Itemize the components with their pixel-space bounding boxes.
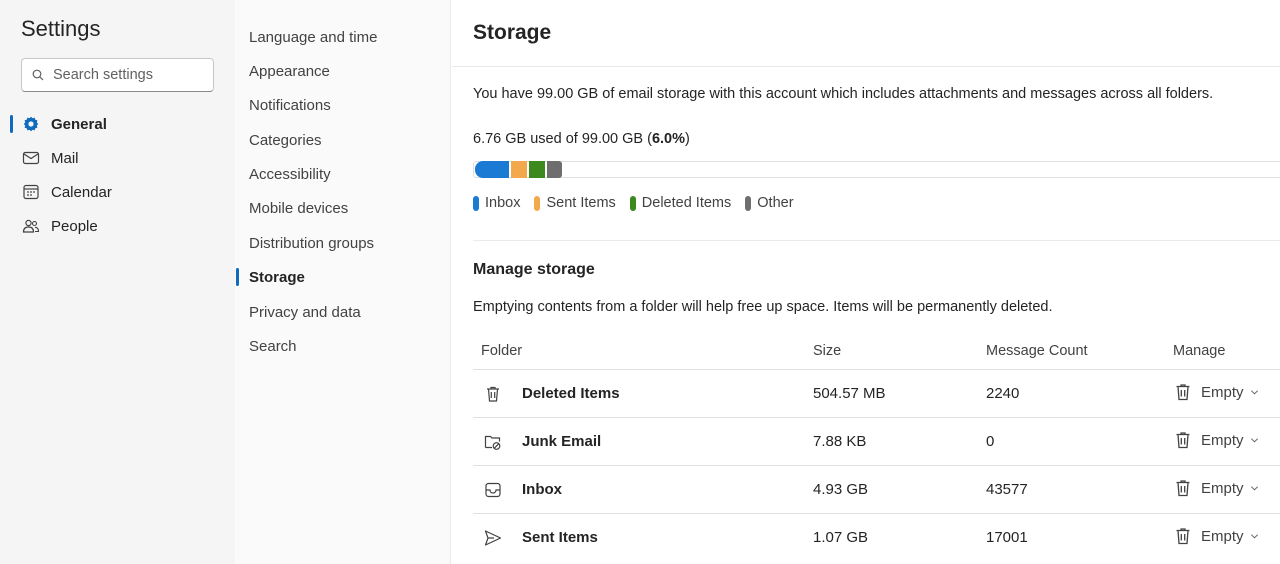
subnav-item-privacy-and-data[interactable]: Privacy and data bbox=[235, 297, 451, 327]
inbox-icon bbox=[485, 482, 501, 498]
chevron-down-icon bbox=[1250, 437, 1258, 443]
manage-storage-description: Emptying contents from a folder will hel… bbox=[473, 299, 1053, 315]
table-row: Inbox 4.93 GB 43577 Empty bbox=[473, 465, 1280, 513]
legend-item-deleted-items: Deleted Items bbox=[629, 195, 732, 211]
nav-item-general[interactable]: General bbox=[0, 108, 235, 140]
usage-summary: 6.76 GB used of 99.00 GB (6.0%) bbox=[473, 131, 690, 147]
nav-item-label: Calendar bbox=[51, 183, 112, 201]
manage-storage-heading: Manage storage bbox=[473, 261, 595, 278]
storage-pane: Storage You have 99.00 GB of email stora… bbox=[452, 0, 1280, 564]
bar-segment-inbox bbox=[475, 161, 509, 178]
nav-item-label: People bbox=[51, 217, 98, 235]
search-icon bbox=[32, 69, 44, 81]
empty-label: Empty bbox=[1201, 383, 1244, 401]
empty-label: Empty bbox=[1201, 431, 1244, 449]
trash-icon bbox=[1176, 480, 1190, 497]
legend-item-sent-items: Sent Items bbox=[534, 195, 616, 211]
legend-swatch bbox=[534, 195, 541, 211]
bar-segment-deleted-items bbox=[529, 161, 545, 178]
search-box[interactable] bbox=[21, 58, 214, 92]
nav-item-label: Mail bbox=[51, 149, 79, 167]
folder-name: Junk Email bbox=[522, 433, 602, 450]
nav-item-mail[interactable]: Mail bbox=[0, 142, 235, 174]
subnav-item-categories[interactable]: Categories bbox=[235, 125, 451, 155]
header-divider bbox=[452, 66, 1280, 67]
message-count: 0 bbox=[986, 433, 995, 450]
gear-icon bbox=[22, 115, 40, 133]
subnav-item-storage[interactable]: Storage bbox=[235, 262, 451, 292]
calendar-icon bbox=[22, 183, 40, 201]
folder-size: 7.88 KB bbox=[813, 433, 867, 450]
page-title: Storage bbox=[473, 21, 552, 44]
trash-icon bbox=[487, 386, 499, 402]
folder-name: Inbox bbox=[522, 481, 562, 498]
legend-label: Sent Items bbox=[546, 195, 616, 211]
subnav-item-distribution-groups[interactable]: Distribution groups bbox=[235, 228, 451, 258]
subnav-item-search[interactable]: Search bbox=[235, 331, 451, 361]
chevron-down-icon bbox=[1250, 389, 1258, 395]
legend-label: Other bbox=[757, 195, 794, 211]
trash-icon bbox=[1176, 432, 1190, 449]
subnav-item-mobile-devices[interactable]: Mobile devices bbox=[235, 193, 451, 223]
chevron-down-icon bbox=[1250, 485, 1258, 491]
folder-name: Sent Items bbox=[522, 529, 598, 546]
mail-icon bbox=[22, 149, 40, 167]
message-count: 43577 bbox=[986, 481, 1028, 498]
table-row: Deleted Items 504.57 MB 2240 Empty bbox=[473, 369, 1280, 417]
empty-label: Empty bbox=[1201, 479, 1244, 497]
settings-title: Settings bbox=[21, 16, 101, 41]
search-input[interactable] bbox=[53, 67, 203, 83]
column-header-folder: Folder bbox=[481, 343, 523, 359]
storage-usage-bar bbox=[473, 161, 1280, 178]
column-header-size: Size bbox=[813, 343, 842, 359]
nav-item-people[interactable]: People bbox=[0, 210, 235, 242]
legend-swatch bbox=[473, 195, 479, 211]
subnav-item-notifications[interactable]: Notifications bbox=[235, 90, 451, 120]
send-icon bbox=[484, 530, 502, 546]
legend-swatch bbox=[629, 195, 636, 211]
usage-percent: 6.0% bbox=[651, 131, 686, 147]
empty-label: Empty bbox=[1201, 527, 1244, 545]
folder-name: Deleted Items bbox=[522, 385, 620, 402]
empty-folder-button[interactable]: Empty bbox=[1173, 382, 1259, 402]
usage-text: 6.76 GB used of 99.00 GB ( bbox=[473, 131, 652, 147]
general-subnav: Language and time Appearance Notificatio… bbox=[235, 0, 451, 564]
subnav-item-language-and-time[interactable]: Language and time bbox=[235, 22, 451, 52]
column-header-message-count: Message Count bbox=[986, 343, 1088, 359]
legend-label: Inbox bbox=[485, 195, 521, 211]
junk-folder-icon bbox=[484, 435, 501, 450]
legend-item-other: Other bbox=[745, 195, 794, 211]
nav-item-label: General bbox=[51, 115, 107, 133]
legend-item-inbox: Inbox bbox=[473, 195, 520, 211]
table-row: Sent Items 1.07 GB 17001 Empty bbox=[473, 513, 1280, 561]
empty-folder-button[interactable]: Empty bbox=[1173, 526, 1259, 546]
section-divider bbox=[473, 240, 1280, 241]
people-icon bbox=[22, 217, 40, 235]
legend-label: Deleted Items bbox=[641, 195, 732, 211]
message-count: 2240 bbox=[986, 385, 1020, 402]
message-count: 17001 bbox=[986, 529, 1028, 546]
subnav-item-appearance[interactable]: Appearance bbox=[235, 56, 451, 86]
column-header-manage: Manage bbox=[1173, 343, 1226, 359]
settings-nav: Settings General Mail Calendar People bbox=[0, 0, 235, 564]
bar-segment-other bbox=[547, 161, 562, 178]
folder-size: 504.57 MB bbox=[813, 385, 886, 402]
chevron-down-icon bbox=[1250, 533, 1258, 539]
table-row: Junk Email 7.88 KB 0 Empty bbox=[473, 417, 1280, 465]
folder-size: 4.93 GB bbox=[813, 481, 869, 498]
nav-item-calendar[interactable]: Calendar bbox=[0, 176, 235, 208]
bar-segment-sent-items bbox=[511, 161, 527, 178]
storage-legend: Inbox Sent Items Deleted Items Other bbox=[473, 195, 808, 211]
legend-swatch bbox=[745, 195, 752, 211]
empty-folder-button[interactable]: Empty bbox=[1173, 478, 1259, 498]
trash-icon bbox=[1176, 384, 1190, 401]
trash-icon bbox=[1176, 528, 1190, 545]
usage-suffix: ) bbox=[685, 131, 690, 147]
storage-description: You have 99.00 GB of email storage with … bbox=[473, 86, 1214, 102]
folder-size: 1.07 GB bbox=[813, 529, 869, 546]
empty-folder-button[interactable]: Empty bbox=[1173, 430, 1259, 450]
subnav-item-accessibility[interactable]: Accessibility bbox=[235, 159, 451, 189]
